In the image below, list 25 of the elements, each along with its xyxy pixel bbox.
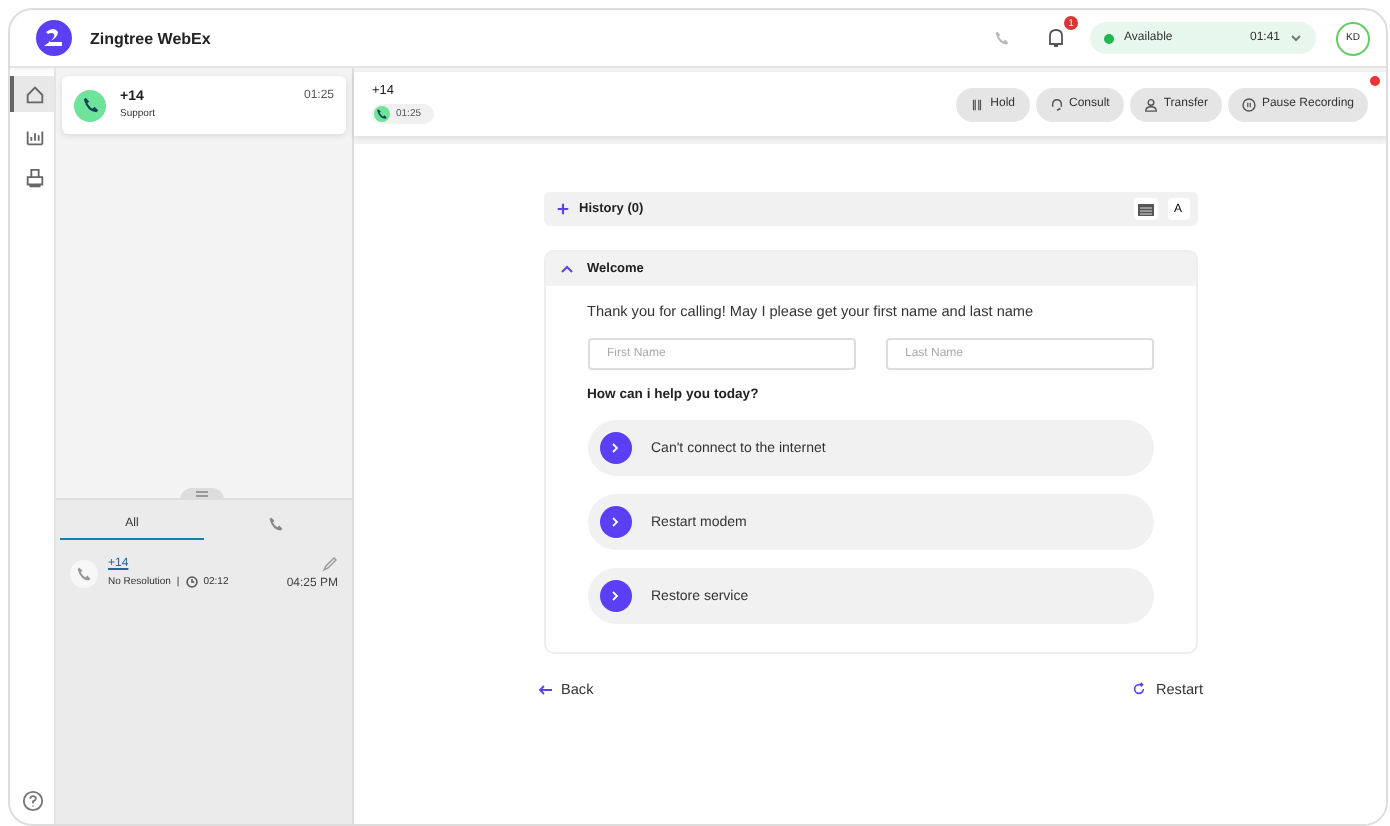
chevron-icon (599, 432, 631, 464)
phone-icon (74, 89, 106, 121)
headset-icon (1049, 97, 1063, 111)
layout-button[interactable] (1133, 198, 1157, 220)
chevron-icon (1290, 32, 1302, 44)
restart-icon (1131, 682, 1146, 696)
logo-icon (36, 20, 72, 56)
app-title: Zingtree WebEx (90, 29, 211, 47)
chevron-icon (599, 506, 631, 538)
printer-icon (23, 167, 45, 189)
hold-icon (970, 97, 985, 111)
clock-icon (185, 576, 198, 588)
pencil-icon[interactable] (322, 556, 338, 572)
home-icon (23, 83, 45, 105)
phone-icon (374, 106, 390, 122)
help-icon[interactable] (21, 790, 43, 812)
status-dot-icon (1104, 33, 1114, 43)
chevron-icon (599, 580, 631, 612)
phone-icon (268, 515, 284, 531)
arrow-left-icon (537, 683, 551, 695)
phone-icon (70, 559, 98, 587)
nav-button[interactable] (10, 76, 54, 112)
person-icon (1143, 97, 1158, 111)
pause-icon (1241, 97, 1256, 111)
drag-handle[interactable] (180, 488, 224, 500)
